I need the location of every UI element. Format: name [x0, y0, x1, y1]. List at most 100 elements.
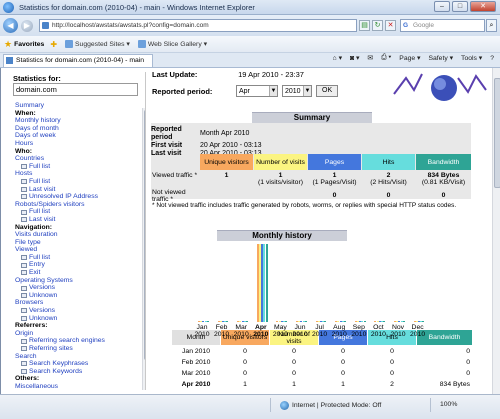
page-icon: [65, 40, 74, 48]
menu-item-browsers[interactable]: Browsers: [15, 299, 105, 307]
month-axis-label-month: Jan: [196, 324, 208, 331]
favorites-item-suggested-sites[interactable]: Suggested Sites ▾: [65, 40, 130, 48]
table-cell: 1: [341, 381, 345, 388]
main-scrollbar[interactable]: [492, 68, 500, 394]
menu-subitem-search-keyphrases[interactable]: Search Keyphrases: [15, 360, 105, 368]
menu-item-viewed[interactable]: Viewed: [15, 246, 105, 254]
menu-item-file-type[interactable]: File type: [15, 239, 105, 247]
menu-item-summary[interactable]: Summary: [15, 102, 105, 110]
menu-subitem-referring-search-engines[interactable]: Referring search engines: [15, 337, 105, 345]
menu-subitem-versions[interactable]: Versions: [15, 284, 105, 292]
minimize-button[interactable]: –: [434, 1, 450, 12]
maximize-button[interactable]: □: [452, 1, 468, 12]
menu-item-operating-systems[interactable]: Operating Systems: [15, 277, 105, 285]
ie-logo-icon: [3, 1, 14, 13]
stop-icon[interactable]: ✕: [385, 20, 396, 31]
menu-subitem-full-list[interactable]: Full list: [15, 178, 105, 186]
favorites-button[interactable]: Favorites: [14, 41, 44, 48]
menu-item-search[interactable]: Search: [15, 353, 105, 361]
close-button[interactable]: ✕: [470, 1, 496, 12]
tab-statistics[interactable]: Statistics for domain.com (2010-04) - ma…: [3, 53, 153, 67]
viewed-bandwidth-sub: (0.81 KB/Visit): [421, 179, 466, 186]
menu-item-origin[interactable]: Origin: [15, 330, 105, 338]
mail-icon[interactable]: ✉: [367, 54, 373, 62]
menu-subitem-last-visit[interactable]: Last visit: [15, 186, 105, 194]
ok-button[interactable]: OK: [316, 85, 339, 97]
list-icon: [21, 293, 27, 299]
menu-subitem-label: Last visit: [29, 215, 56, 223]
menu-subitem-unknown[interactable]: Unknown: [15, 315, 105, 323]
table-cell: 0: [390, 348, 394, 355]
favorites-item-web-slice-gallery[interactable]: Web Slice Gallery ▾: [137, 40, 207, 48]
table-cell: 0: [466, 348, 470, 355]
back-button[interactable]: ◀: [3, 18, 18, 33]
table-cell: Feb 2010: [181, 359, 211, 366]
menu-subitem-entry[interactable]: Entry: [15, 261, 105, 269]
table-row: Jan 2010 0 0 0 0 0: [172, 347, 472, 357]
menu-item-days-of-week[interactable]: Days of week: [15, 132, 105, 140]
viewed-pages-value: 1: [332, 172, 337, 179]
list-icon: [21, 262, 27, 268]
add-favorite-icon[interactable]: ✚: [50, 40, 57, 49]
table-cell: 0: [341, 348, 345, 355]
main-scroll-thumb[interactable]: [494, 78, 500, 188]
menu-item-days-of-month[interactable]: Days of month: [15, 125, 105, 133]
compatibility-icon[interactable]: ▤: [359, 20, 370, 31]
menu-subitem-full-list[interactable]: Full list: [15, 254, 105, 262]
month-axis-label-year: 2010: [370, 331, 386, 338]
menu-subitem-search-keywords[interactable]: Search Keywords: [15, 368, 105, 376]
feeds-icon[interactable]: ◙ ▾: [350, 54, 359, 62]
month-axis-label-year: 2010: [351, 331, 367, 338]
page-icon: [137, 40, 146, 48]
table-cell: 0: [292, 348, 296, 355]
chart-bar: [206, 321, 209, 322]
tools-menu[interactable]: Tools ▾: [461, 54, 482, 62]
left-scrollbar[interactable]: [142, 108, 145, 390]
menu-subitem-unknown[interactable]: Unknown: [15, 292, 105, 300]
chart-bar: [422, 321, 425, 322]
menu-subitem-exit[interactable]: Exit: [15, 269, 105, 277]
menu-subitem-full-list[interactable]: Full list: [15, 163, 105, 171]
year-select[interactable]: 2010 ▼: [282, 85, 312, 97]
domain-label: domain.com: [13, 83, 138, 96]
menu-subitem-label: Exit: [29, 269, 41, 277]
menu-subitem-referring-sites[interactable]: Referring sites: [15, 345, 105, 353]
list-icon: [21, 164, 27, 170]
favorites-star-icon[interactable]: ★: [4, 39, 12, 50]
table-cell: 834 Bytes: [439, 381, 470, 388]
menu-item-monthly-history[interactable]: Monthly history: [15, 117, 105, 125]
menu-subitem-unresolved-ip-address[interactable]: Unresolved IP Address: [15, 193, 105, 201]
viewed-hits: 2 (2 Hits/Visit): [362, 172, 415, 186]
menu-subitem-last-visit[interactable]: Last visit: [15, 216, 105, 224]
month-select[interactable]: Apr ▼: [236, 85, 278, 97]
menu-subitem-versions[interactable]: Versions: [15, 307, 105, 315]
menu-item-hours[interactable]: Hours: [15, 140, 105, 148]
not-viewed-hits: 0: [386, 192, 391, 199]
awstats-logo[interactable]: [392, 68, 490, 104]
forward-button[interactable]: ▶: [21, 19, 33, 32]
table-cell: 0: [243, 348, 247, 355]
menu-item-robots-spiders-visitors[interactable]: Robots/Spiders visitors: [15, 201, 105, 209]
not-viewed-bandwidth: 0: [441, 192, 446, 199]
security-zone[interactable]: Internet | Protected Mode: Off: [280, 401, 381, 410]
search-icon[interactable]: ⌕: [486, 19, 497, 32]
menu-item-miscellaneous[interactable]: Miscellaneous: [15, 383, 105, 390]
list-icon: [21, 315, 27, 321]
menu-item-visits-duration[interactable]: Visits duration: [15, 231, 105, 239]
home-icon[interactable]: ⌂ ▾: [333, 54, 342, 62]
search-input[interactable]: Google: [400, 19, 485, 32]
menu-subitem-full-list[interactable]: Full list: [15, 208, 105, 216]
url-input[interactable]: http://localhost/awstats/awstats.pl?conf…: [39, 19, 357, 32]
left-scroll-thumb[interactable]: [144, 110, 145, 360]
month-axis-label-month: Jun: [294, 324, 306, 331]
reported-period-row-label: Reported period: [151, 126, 182, 141]
print-icon[interactable]: ⎙ ▾: [381, 54, 391, 62]
safety-menu[interactable]: Safety ▾: [428, 54, 453, 62]
refresh-icon[interactable]: ↻: [372, 20, 383, 31]
help-button[interactable]: ?: [490, 55, 494, 62]
zoom-level[interactable]: 100%: [440, 401, 457, 408]
main-frame: Last Update: 19 Apr 2010 - 23:37 Reporte…: [147, 68, 492, 394]
menu-item-countries[interactable]: Countries: [15, 155, 105, 163]
page-menu[interactable]: Page ▾: [399, 54, 420, 62]
menu-item-hosts[interactable]: Hosts: [15, 170, 105, 178]
